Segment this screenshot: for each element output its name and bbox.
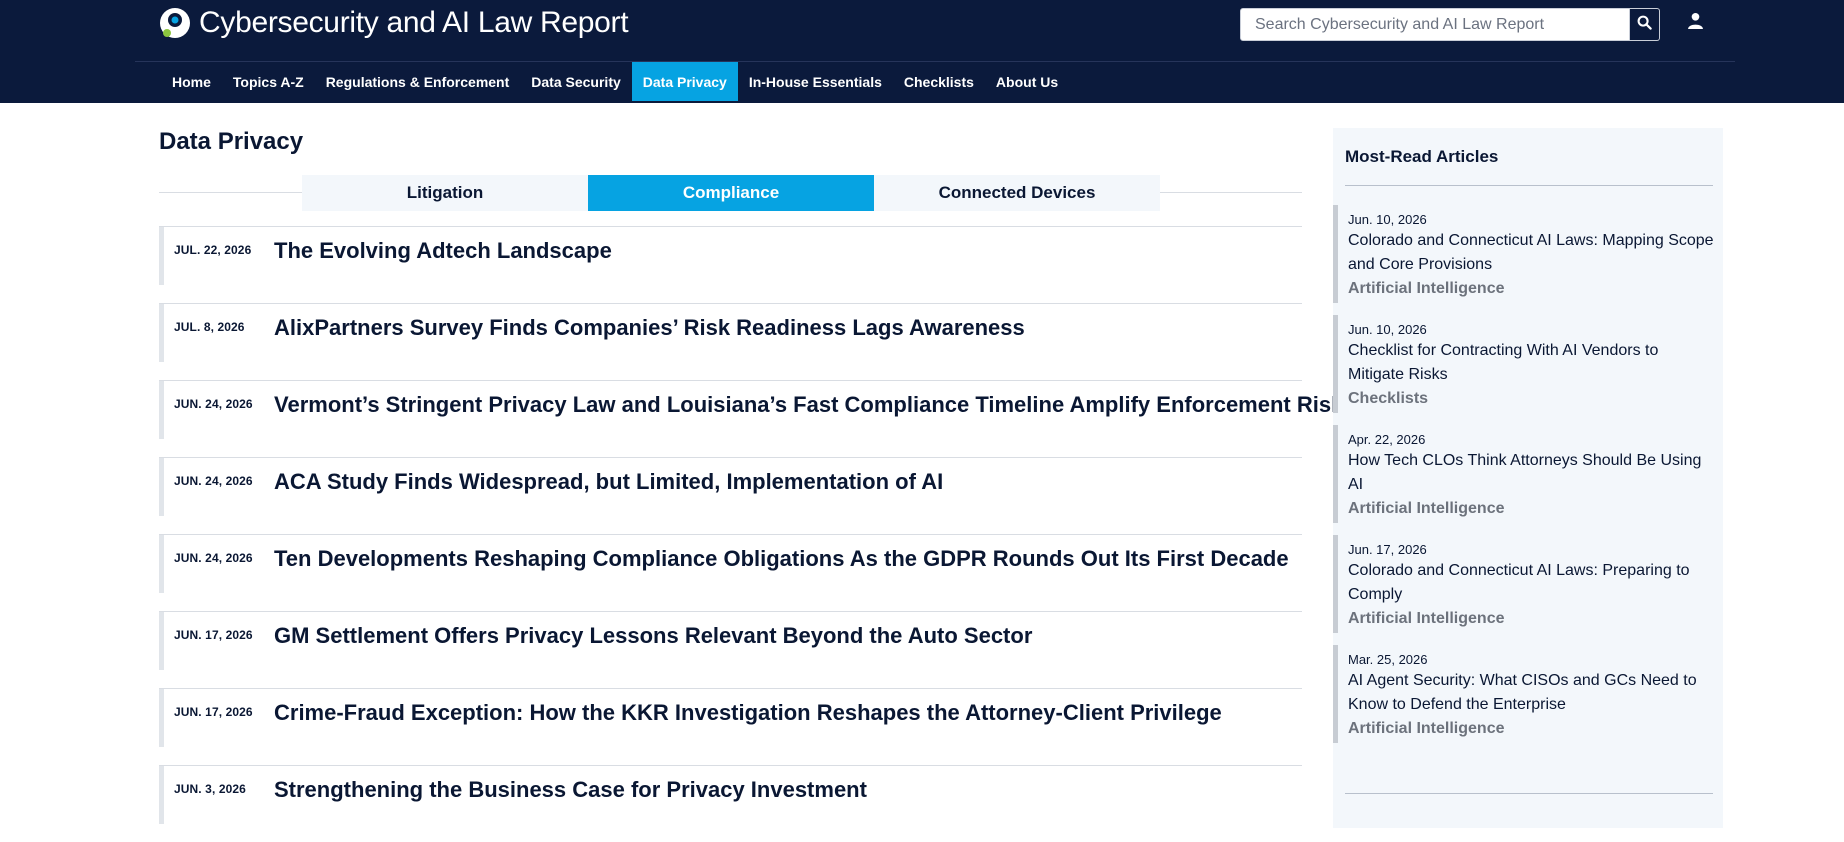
article-title-link[interactable]: Vermont’s Stringent Privacy Law and Loui… bbox=[274, 392, 1343, 418]
most-read-title-link[interactable]: Colorado and Connecticut AI Laws: Mappin… bbox=[1348, 229, 1718, 277]
article-row[interactable]: JUN. 24, 2026 Vermont’s Stringent Privac… bbox=[159, 380, 1343, 457]
most-read-accent-bar bbox=[1333, 315, 1338, 413]
article-row[interactable]: JUN. 3, 2026 Strengthening the Business … bbox=[159, 765, 1302, 842]
sidebar-bottom-divider bbox=[1345, 793, 1713, 794]
most-read-accent-bar bbox=[1333, 425, 1338, 523]
search-input[interactable] bbox=[1240, 8, 1630, 41]
article-date: JUN. 24, 2026 bbox=[174, 397, 253, 411]
most-read-accent-bar bbox=[1333, 645, 1338, 743]
article-accent-bar bbox=[159, 458, 164, 516]
article-title-link[interactable]: Ten Developments Reshaping Compliance Ob… bbox=[274, 546, 1289, 572]
nav-item-about-us[interactable]: About Us bbox=[985, 62, 1069, 101]
article-title-link[interactable]: Strengthening the Business Case for Priv… bbox=[274, 777, 867, 803]
nav-item-home[interactable]: Home bbox=[161, 62, 222, 101]
search-bar bbox=[1240, 8, 1660, 41]
site-title: Cybersecurity and AI Law Report bbox=[199, 6, 629, 39]
article-title-link[interactable]: Crime-Fraud Exception: How the KKR Inves… bbox=[274, 700, 1222, 726]
article-accent-bar bbox=[159, 612, 164, 670]
most-read-date: Jun. 10, 2026 bbox=[1348, 212, 1427, 227]
article-row[interactable]: JUN. 24, 2026 Ten Developments Reshaping… bbox=[159, 534, 1302, 611]
most-read-title-link[interactable]: Checklist for Contracting With AI Vendor… bbox=[1348, 339, 1718, 387]
page-title: Data Privacy bbox=[159, 128, 304, 155]
article-date: JUN. 24, 2026 bbox=[174, 551, 253, 565]
most-read-title-link[interactable]: AI Agent Security: What CISOs and GCs Ne… bbox=[1348, 669, 1718, 717]
article-title-link[interactable]: AlixPartners Survey Finds Companies’ Ris… bbox=[274, 315, 1025, 341]
most-read-accent-bar bbox=[1333, 205, 1338, 303]
article-row[interactable]: JUN. 17, 2026 Crime-Fraud Exception: How… bbox=[159, 688, 1302, 765]
article-row[interactable]: JUN. 24, 2026 ACA Study Finds Widespread… bbox=[159, 457, 1302, 534]
most-read-date: Apr. 22, 2026 bbox=[1348, 432, 1426, 447]
most-read-topic[interactable]: Artificial Intelligence bbox=[1348, 717, 1723, 743]
article-row[interactable]: JUL. 22, 2026 The Evolving Adtech Landsc… bbox=[159, 226, 1302, 303]
nav-item-regulations-enforcement[interactable]: Regulations & Enforcement bbox=[315, 62, 521, 101]
user-account-button[interactable] bbox=[1684, 12, 1706, 34]
article-title-link[interactable]: GM Settlement Offers Privacy Lessons Rel… bbox=[274, 623, 1032, 649]
nav-item-checklists[interactable]: Checklists bbox=[893, 62, 985, 101]
most-read-accent-bar bbox=[1333, 535, 1338, 633]
most-read-item[interactable]: Jun. 10, 2026 Checklist for Contracting … bbox=[1333, 315, 1723, 413]
most-read-title-link[interactable]: Colorado and Connecticut AI Laws: Prepar… bbox=[1348, 559, 1718, 607]
most-read-title-link[interactable]: How Tech CLOs Think Attorneys Should Be … bbox=[1348, 449, 1718, 497]
article-accent-bar bbox=[159, 381, 164, 439]
most-read-topic[interactable]: Artificial Intelligence bbox=[1348, 607, 1723, 633]
article-accent-bar bbox=[159, 535, 164, 593]
most-read-item[interactable]: Jun. 10, 2026 Colorado and Connecticut A… bbox=[1333, 205, 1723, 303]
article-date: JUN. 17, 2026 bbox=[174, 705, 253, 719]
main-nav: Home Topics A-Z Regulations & Enforcemen… bbox=[161, 62, 1069, 101]
most-read-item[interactable]: Jun. 17, 2026 Colorado and Connecticut A… bbox=[1333, 535, 1723, 633]
most-read-topic[interactable]: Checklists bbox=[1348, 387, 1723, 413]
article-list: JUL. 22, 2026 The Evolving Adtech Landsc… bbox=[159, 226, 1343, 842]
nav-item-in-house-essentials[interactable]: In-House Essentials bbox=[738, 62, 893, 101]
most-read-item[interactable]: Mar. 25, 2026 AI Agent Security: What CI… bbox=[1333, 645, 1723, 743]
most-read-sidebar: Most-Read Articles Jun. 10, 2026 Colorad… bbox=[1333, 128, 1723, 828]
article-row[interactable]: JUL. 8, 2026 AlixPartners Survey Finds C… bbox=[159, 303, 1302, 380]
most-read-date: Jun. 17, 2026 bbox=[1348, 542, 1427, 557]
site-header: Cybersecurity and AI Law Report Home Top… bbox=[0, 0, 1844, 103]
article-title-link[interactable]: The Evolving Adtech Landscape bbox=[274, 238, 612, 264]
logo-mark-icon bbox=[159, 7, 191, 39]
search-icon bbox=[1637, 15, 1652, 35]
article-accent-bar bbox=[159, 689, 164, 747]
article-date: JUL. 22, 2026 bbox=[174, 243, 252, 257]
most-read-topic[interactable]: Artificial Intelligence bbox=[1348, 497, 1723, 523]
topic-tabs: Litigation Compliance Connected Devices bbox=[302, 175, 1160, 211]
site-logo[interactable]: Cybersecurity and AI Law Report bbox=[159, 6, 629, 40]
tab-compliance[interactable]: Compliance bbox=[588, 175, 874, 211]
user-icon bbox=[1687, 12, 1704, 34]
most-read-date: Jun. 10, 2026 bbox=[1348, 322, 1427, 337]
nav-item-topics-a-z[interactable]: Topics A-Z bbox=[222, 62, 315, 101]
article-row[interactable]: JUN. 17, 2026 GM Settlement Offers Priva… bbox=[159, 611, 1302, 688]
article-date: JUN. 17, 2026 bbox=[174, 628, 253, 642]
article-date: JUN. 3, 2026 bbox=[174, 782, 246, 796]
most-read-list: Jun. 10, 2026 Colorado and Connecticut A… bbox=[1333, 205, 1723, 755]
most-read-topic[interactable]: Artificial Intelligence bbox=[1348, 277, 1723, 303]
sidebar-title: Most-Read Articles bbox=[1345, 147, 1499, 166]
nav-item-data-privacy[interactable]: Data Privacy bbox=[631, 62, 738, 101]
article-accent-bar bbox=[159, 766, 164, 824]
sidebar-divider bbox=[1345, 185, 1713, 186]
article-date: JUN. 24, 2026 bbox=[174, 474, 253, 488]
article-accent-bar bbox=[159, 227, 164, 285]
search-button[interactable] bbox=[1630, 8, 1660, 41]
article-title-link[interactable]: ACA Study Finds Widespread, but Limited,… bbox=[274, 469, 943, 495]
tab-litigation[interactable]: Litigation bbox=[302, 175, 588, 211]
most-read-item[interactable]: Apr. 22, 2026 How Tech CLOs Think Attorn… bbox=[1333, 425, 1723, 523]
most-read-date: Mar. 25, 2026 bbox=[1348, 652, 1428, 667]
tab-connected-devices[interactable]: Connected Devices bbox=[874, 175, 1160, 211]
article-date: JUL. 8, 2026 bbox=[174, 320, 245, 334]
nav-item-data-security[interactable]: Data Security bbox=[520, 62, 631, 101]
article-accent-bar bbox=[159, 304, 164, 362]
